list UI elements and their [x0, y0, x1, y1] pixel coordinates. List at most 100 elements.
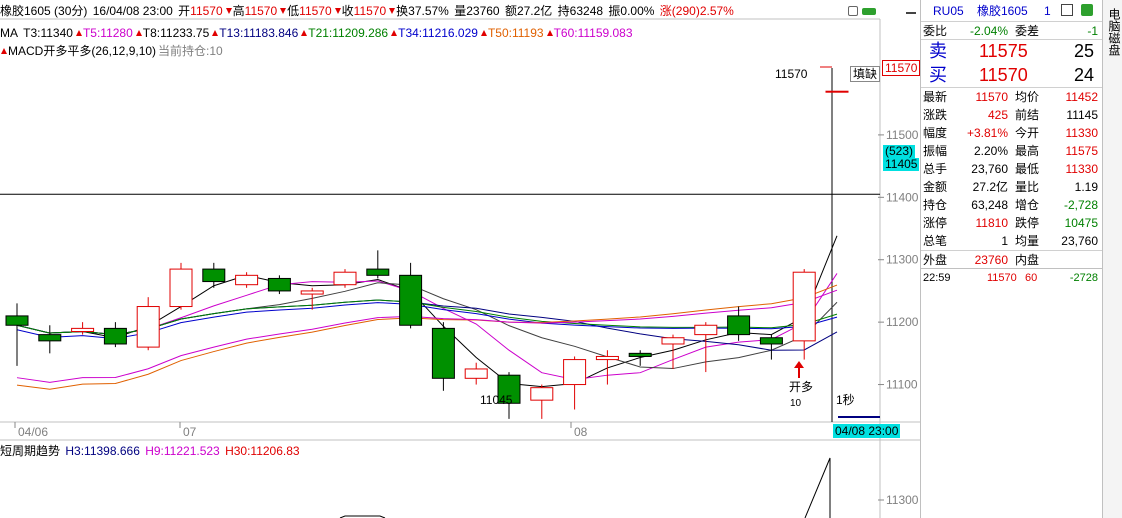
stat-v: 11570 [975, 90, 1008, 104]
candle-body [38, 334, 62, 342]
stat-row: 涨跌 425 前结 11145 [921, 106, 1102, 124]
settings-icon[interactable] [1081, 4, 1093, 16]
stat-v2: 11330 [1065, 162, 1098, 176]
stat-v: 2.20% [973, 144, 1008, 158]
expand-icon[interactable] [848, 6, 858, 16]
up-arrow-icon [1, 48, 7, 54]
stat-l2: 委差 [1015, 24, 1040, 38]
stats-table: 最新 11570 均价 11452 涨跌 425 前结 11145 幅度 +3.81% 今开 1133… [921, 88, 1102, 268]
y-tick-label: 11200 [886, 315, 919, 329]
candle-body [136, 306, 160, 348]
stat-v2: 10475 [1064, 216, 1098, 230]
candle-body [235, 274, 259, 286]
lower-title: 短周期趋势 [0, 444, 61, 458]
stat-l: 金额 [923, 180, 948, 194]
signal-qty: 10 [790, 398, 802, 409]
position-text: 当前持仓:10 [158, 44, 223, 58]
stat-v: 11810 [975, 216, 1008, 230]
candle-body [628, 352, 652, 357]
candle-body [431, 327, 455, 379]
amp-value: 0.00% [620, 4, 655, 18]
bid-row[interactable]: 买 11570 24 [921, 64, 1102, 88]
ask-row[interactable]: 卖 11575 25 [921, 40, 1102, 64]
contract-name: 橡胶1605 [977, 4, 1028, 18]
ma-legend: MA T3:11340 T5:11280 T8:11233.75 T13:11183.… [0, 26, 633, 40]
up-arrow-icon [75, 30, 82, 36]
quote-header: 橡胶1605 (30分) 16/04/08 23:00 开11570 高11570… [0, 4, 734, 18]
candle-body [333, 271, 357, 286]
stat-row: 持仓 63,248 增仓 -2,728 [921, 196, 1102, 214]
lower-y-tick-label: 11300 [886, 493, 919, 507]
stat-v2: -1 [1087, 24, 1098, 38]
tick-time: 22:59 [923, 272, 951, 284]
tick-price: 11570 [987, 272, 1017, 284]
stat-v2: 11452 [1065, 90, 1098, 104]
side-tab[interactable]: 电脑磁盘 [1102, 0, 1122, 518]
candle-body [169, 268, 193, 308]
ask-price: 11575 [979, 41, 1028, 61]
stat-v2: 11330 [1065, 126, 1098, 140]
macd-legend: MACD开多平多(26,12,9,10) 当前持仓:10 [0, 44, 225, 58]
ma-item: T3:11340 [23, 26, 73, 40]
high-value: 11570 [244, 4, 278, 18]
fill-gap-label: 填缺 [850, 66, 881, 82]
stat-row: 涨停 11810 跌停 10475 [921, 214, 1102, 232]
candle-body [103, 327, 127, 345]
stat-v2: -2,728 [1063, 198, 1098, 212]
stat-v: 23,760 [971, 162, 1008, 176]
signal-icon[interactable] [862, 8, 876, 15]
candle-body [5, 315, 29, 326]
side-tab-label: 电脑磁盘 [1107, 8, 1121, 56]
h9-value: H9:11221.523 [145, 444, 220, 458]
stat-l: 委比 [923, 24, 948, 38]
panel-title: RU05 橡胶1605 1 [921, 0, 1102, 22]
stat-l: 幅度 [923, 126, 948, 140]
candle-body [399, 274, 423, 326]
stat-l2: 量比 [1015, 180, 1040, 194]
quote-panel: RU05 橡胶1605 1 委比 -2.04% 委差 -1 卖 11575 25 买 … [920, 0, 1102, 518]
candle-body [71, 327, 95, 332]
amount-value: 27.2亿 [516, 4, 553, 18]
low-annotation: 11045 [480, 393, 513, 407]
stat-l2: 最低 [1015, 162, 1040, 176]
stat-v: 23760 [974, 253, 1008, 267]
stat-v: +3.81% [966, 126, 1008, 140]
up-arrow-icon [480, 30, 487, 36]
up-arrow-icon [212, 30, 219, 36]
up-arrow-icon [546, 30, 553, 36]
open-value: 11570 [190, 4, 223, 18]
change-pct: 2.57% [699, 4, 734, 18]
stat-l: 涨停 [923, 216, 948, 230]
h3-value: H3:11398.666 [65, 444, 140, 458]
stat-l2: 跌停 [1015, 216, 1040, 230]
ma-item: T34:11216.029 [398, 26, 478, 40]
tick-row: 22:59 11570 60 -2728 [921, 268, 1102, 286]
stat-row: 幅度 +3.81% 今开 11330 [921, 124, 1102, 142]
close-value: 11570 [353, 4, 387, 18]
stat-row: 金额 27.2亿 量比 1.19 [921, 178, 1102, 196]
stat-l2: 前结 [1015, 108, 1040, 122]
stat-v2: 11145 [1066, 108, 1098, 122]
stat-l: 总笔 [923, 234, 948, 248]
tick-oi: -2728 [1069, 272, 1098, 284]
stat-row: 外盘 23760 内盘 [921, 250, 1102, 268]
price-tag: 11570 [775, 67, 808, 81]
stat-l2: 均量 [1015, 234, 1040, 248]
volume-value: 23760 [466, 4, 500, 18]
minimize-icon[interactable] [906, 4, 916, 14]
stat-v2: 23,760 [1061, 234, 1098, 248]
turnover-value: 37.57% [408, 4, 449, 18]
tick-vol: 60 [1025, 272, 1038, 284]
bid-qty: 24 [1073, 65, 1094, 85]
contract-code: RU05 [933, 4, 964, 18]
candle-body [759, 337, 783, 345]
tools-icon[interactable] [1061, 4, 1073, 16]
candle-body [661, 337, 685, 345]
candle-body [727, 315, 751, 336]
timer-label: 1秒 [836, 393, 855, 407]
ma-item: T13:11183.846 [219, 26, 299, 40]
candle-body [694, 324, 718, 336]
stat-row: 振幅 2.20% 最高 11575 [921, 142, 1102, 160]
stat-l: 最新 [923, 90, 948, 104]
y-tick-label: 11100 [886, 378, 918, 392]
